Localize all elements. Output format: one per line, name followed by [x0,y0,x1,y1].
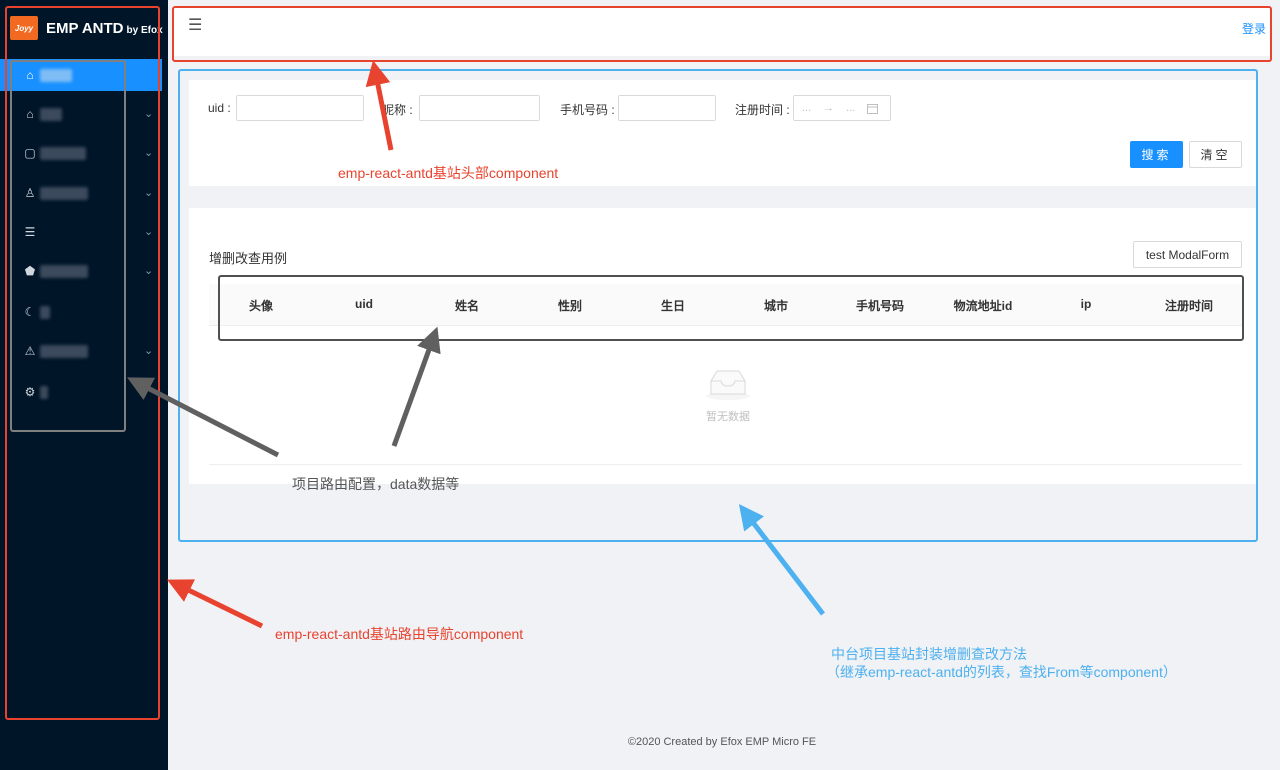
crud-arrow [738,504,825,616]
crud-annotation-text-line1: 中台项目基站封装增删查改方法 [831,646,1027,662]
nav-annotation-text: emp-react-antd基站路由导航component [275,626,524,642]
columns-arrow [391,326,441,447]
header-arrow [365,60,394,151]
nav-arrow [167,579,264,629]
routes-arrow [127,377,280,458]
annotation-arrows [127,60,825,629]
crud-annotation-text-line2: （继承emp-react-antd的列表，查找From等component） [826,664,1177,680]
header-annotation-text: emp-react-antd基站头部component [338,165,559,181]
routes-annotation-text: 项目路由配置，data数据等 [292,476,460,492]
